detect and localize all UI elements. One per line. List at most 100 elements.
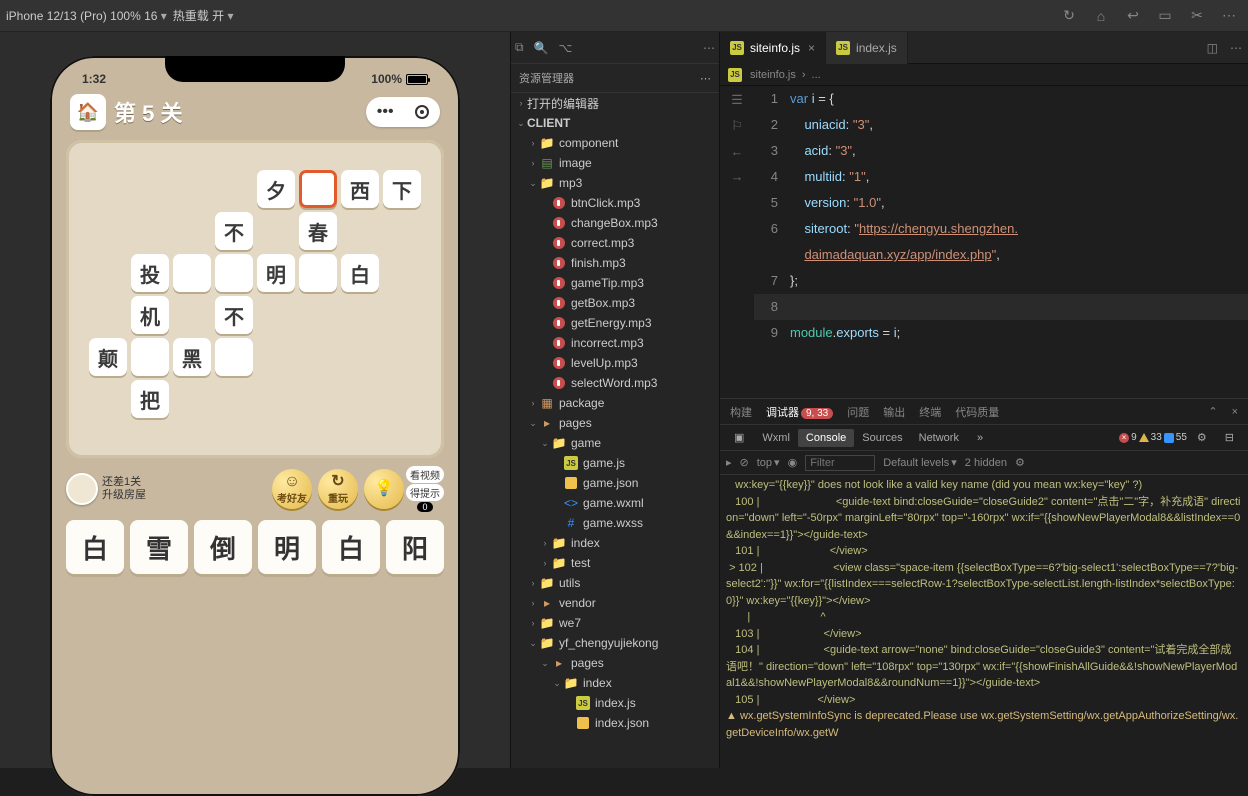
tree-item[interactable]: ⌄▸pages (511, 653, 719, 673)
tree-item[interactable]: game.json (511, 473, 719, 493)
tree-item[interactable]: index.json (511, 713, 719, 733)
tree-item[interactable]: ›📁test (511, 553, 719, 573)
open-editors-section[interactable]: ›打开的编辑器 (511, 93, 719, 113)
device-icon[interactable]: ▭ (1152, 7, 1178, 24)
more-icon[interactable]: ⋯ (1216, 7, 1242, 24)
panel-tab[interactable]: 调试器9, 33 (766, 404, 833, 420)
grid-tile[interactable] (299, 254, 337, 292)
tree-item[interactable]: ›📁utils (511, 573, 719, 593)
devtools-tab[interactable]: Console (798, 429, 854, 447)
tree-item[interactable]: getBox.mp3 (511, 293, 719, 313)
editor-more-icon[interactable]: ⋯ (1224, 41, 1248, 55)
cut-icon[interactable]: ✂ (1184, 7, 1210, 24)
console-filter-input[interactable] (805, 455, 875, 471)
answer-tile[interactable]: 倒 (194, 520, 252, 574)
tree-item[interactable]: changeBox.mp3 (511, 213, 719, 233)
grid-tile[interactable] (299, 170, 337, 208)
tree-item[interactable]: ›▸vendor (511, 593, 719, 613)
answer-tile[interactable]: 阳 (386, 520, 444, 574)
breadcrumb[interactable]: JSsiteinfo.js›... (720, 64, 1248, 86)
upgrade-house-button[interactable]: 还差1关升级房屋 (66, 473, 146, 505)
watch-ad-hint-button[interactable]: 💡 看视频 得提示 0 (364, 466, 444, 512)
devtools-inspect-icon[interactable]: ▣ (726, 428, 752, 447)
tree-item[interactable]: ›📁we7 (511, 613, 719, 633)
replay-button[interactable]: ↻重玩 (318, 469, 358, 509)
game-home-button[interactable]: 🏠 (70, 94, 106, 130)
devtools-more-icon[interactable]: » (969, 429, 991, 447)
error-count[interactable]: ×9 (1119, 432, 1137, 443)
close-icon[interactable]: × (808, 41, 815, 55)
grid-tile[interactable] (215, 254, 253, 292)
answer-tile[interactable]: 白 (322, 520, 380, 574)
answer-tile[interactable]: 雪 (130, 520, 188, 574)
tree-item[interactable]: gameTip.mp3 (511, 273, 719, 293)
nav-fwd-icon[interactable]: → (731, 169, 744, 184)
tree-item[interactable]: JSindex.js (511, 693, 719, 713)
panel-tab[interactable]: 输出 (883, 404, 905, 420)
tree-item[interactable]: correct.mp3 (511, 233, 719, 253)
split-editor-icon[interactable]: ◫ (1201, 41, 1224, 55)
tab-index[interactable]: JSindex.js (826, 32, 908, 64)
grid-tile[interactable]: 机 (131, 296, 169, 334)
grid-tile[interactable]: 夕 (257, 170, 295, 208)
grid-tile[interactable]: 黑 (173, 338, 211, 376)
explorer-menu-icon[interactable]: ⋯ (700, 72, 711, 85)
tree-item[interactable]: ⌄📁index (511, 673, 719, 693)
console-output[interactable]: wx:key="{{key}}" does not look like a va… (720, 475, 1248, 768)
rotate-icon[interactable]: ↻ (1056, 7, 1082, 24)
console-clear-icon[interactable]: ⊘ (740, 456, 749, 469)
list-icon[interactable]: ☰ (731, 92, 743, 108)
ask-friend-button[interactable]: ☺考好友 (272, 469, 312, 509)
explorer-branch-icon[interactable]: ⌥ (559, 41, 573, 55)
warning-count[interactable]: 33 (1139, 432, 1162, 443)
panel-close-icon[interactable]: × (1232, 406, 1238, 418)
answer-tile[interactable]: 明 (258, 520, 316, 574)
panel-tab[interactable]: 终端 (919, 404, 941, 420)
log-levels-selector[interactable]: Default levels ▾ (883, 456, 957, 469)
hidden-count[interactable]: 2 hidden (965, 457, 1007, 469)
tree-item[interactable]: finish.mp3 (511, 253, 719, 273)
panel-tab[interactable]: 代码质量 (955, 404, 999, 420)
grid-tile[interactable]: 不 (215, 212, 253, 250)
wx-capsule[interactable]: ••• (366, 97, 440, 127)
tree-item[interactable]: ⌄📁yf_chengyujiekong (511, 633, 719, 653)
tree-item[interactable]: #game.wxss (511, 513, 719, 533)
explorer-search-icon[interactable]: 🔍 (534, 41, 549, 55)
tree-item[interactable]: <>game.wxml (511, 493, 719, 513)
devtools-tab[interactable]: Network (911, 429, 967, 447)
grid-tile[interactable]: 颠 (89, 338, 127, 376)
tree-item[interactable]: selectWord.mp3 (511, 373, 719, 393)
tree-item[interactable]: incorrect.mp3 (511, 333, 719, 353)
project-root[interactable]: ⌄CLIENT (511, 113, 719, 133)
devtools-tab[interactable]: Wxml (754, 429, 798, 447)
grid-tile[interactable]: 投 (131, 254, 169, 292)
grid-tile[interactable]: 西 (341, 170, 379, 208)
tree-item[interactable]: btnClick.mp3 (511, 193, 719, 213)
devtools-settings-icon[interactable]: ⚙ (1189, 428, 1215, 447)
back-icon[interactable]: ↩ (1120, 7, 1146, 24)
console-toggle-icon[interactable]: ▸ (726, 456, 732, 469)
grid-tile[interactable] (173, 254, 211, 292)
tree-item[interactable]: ›📁component (511, 133, 719, 153)
tree-item[interactable]: ⌄📁mp3 (511, 173, 719, 193)
tree-item[interactable]: JSgame.js (511, 453, 719, 473)
bookmark-icon[interactable]: ⚐ (731, 118, 743, 134)
panel-tab[interactable]: 问题 (847, 404, 869, 420)
home-icon[interactable]: ⌂ (1088, 8, 1114, 24)
console-settings-icon[interactable]: ⚙ (1015, 456, 1025, 469)
tree-item[interactable]: ⌄📁game (511, 433, 719, 453)
tree-item[interactable]: ›📁index (511, 533, 719, 553)
device-selector[interactable]: iPhone 12/13 (Pro) 100% 16 (6, 9, 167, 23)
explorer-more-icon[interactable]: ⋯ (703, 41, 715, 55)
grid-tile[interactable]: 把 (131, 380, 169, 418)
devtools-dock-icon[interactable]: ⊟ (1217, 428, 1242, 447)
grid-tile[interactable]: 白 (341, 254, 379, 292)
devtools-tab[interactable]: Sources (854, 429, 910, 447)
panel-collapse-icon[interactable]: ⌃ (1208, 405, 1217, 418)
answer-tile[interactable]: 白 (66, 520, 124, 574)
tree-item[interactable]: getEnergy.mp3 (511, 313, 719, 333)
tab-siteinfo[interactable]: JSsiteinfo.js× (720, 32, 826, 64)
tree-item[interactable]: ›▤image (511, 153, 719, 173)
explorer-split-icon[interactable]: ⧉ (515, 40, 524, 55)
nav-back-icon[interactable]: ← (731, 144, 744, 159)
